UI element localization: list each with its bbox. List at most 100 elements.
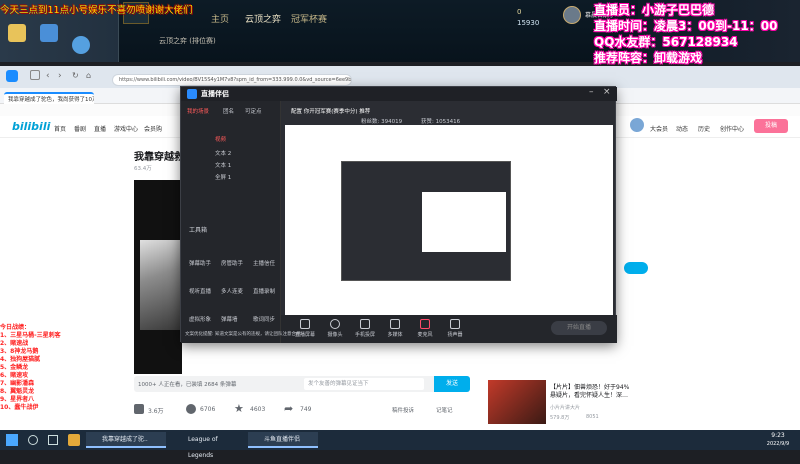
source-video[interactable]: 视频: [215, 135, 226, 143]
taskbar: 我靠穿越成了驼.. League of Legends 斗鱼直播伴侣 9:23 …: [0, 430, 800, 459]
currency-amount: 15930: [517, 19, 540, 27]
nav-game[interactable]: 游戏中心: [114, 124, 138, 133]
tool-multi-mic[interactable]: 多人连麦: [221, 287, 243, 295]
result-line: 4、独狗屋猫腻: [0, 356, 41, 363]
related-video-thumb[interactable]: [488, 380, 546, 424]
desktop-icon-folder[interactable]: [8, 24, 26, 42]
like-icon[interactable]: [134, 404, 144, 414]
taskbar-app-browser[interactable]: 我靠穿越成了驼..: [86, 432, 166, 448]
back-icon[interactable]: ‹: [46, 71, 50, 81]
nav-anime[interactable]: 番剧: [74, 124, 86, 133]
desktop-icon-app[interactable]: [40, 24, 58, 42]
top-banner: 今天三点到11点小号娱乐不喜勿喷谢谢大佬们: [0, 5, 193, 16]
related-video-author[interactable]: 小片片讲大片: [550, 404, 580, 411]
source-text-2[interactable]: 文本 2: [215, 149, 231, 157]
result-line: 3、8神龙马鹅: [0, 348, 39, 355]
explorer-icon[interactable]: [68, 434, 80, 446]
desktop-icon-shortcut[interactable]: [72, 36, 90, 54]
tool-moderator[interactable]: 房管助手: [221, 259, 243, 267]
home-icon[interactable]: ⌂: [86, 71, 91, 80]
note-link[interactable]: 记笔记: [436, 406, 453, 414]
coin-icon[interactable]: [186, 404, 196, 414]
tab-points[interactable]: 可定点: [245, 107, 262, 115]
result-line: 9、星界者八: [0, 396, 35, 403]
browser-tab-active[interactable]: 我靠穿越成了驼色，我尚获得了10万...: [4, 92, 94, 104]
share-icon[interactable]: ➦: [284, 402, 293, 415]
windows-start-icon[interactable]: [6, 434, 18, 446]
nav-messages[interactable]: 动态: [676, 124, 688, 133]
ctl-mic[interactable]: 麦克风: [411, 319, 439, 338]
tool-record[interactable]: 直播录制: [253, 287, 275, 295]
ctl-speaker[interactable]: 扬声器: [441, 319, 469, 338]
nav-history[interactable]: 历史: [698, 124, 710, 133]
tab-scenes[interactable]: 我的场景: [187, 107, 209, 115]
obs-titlebar: 直播伴侣 – ×: [181, 87, 617, 101]
favorite-icon[interactable]: ★: [234, 402, 244, 415]
task-view-icon[interactable]: [48, 435, 58, 445]
ctl-camera[interactable]: 摄像头: [321, 319, 349, 338]
phone-icon: [360, 319, 370, 329]
app-logo-icon: [187, 89, 197, 99]
tool-video-live[interactable]: 视听直播: [189, 287, 211, 295]
url-input[interactable]: https://www.bilibili.com/video/BV15S4y1M…: [112, 74, 352, 86]
mic-icon: [420, 319, 430, 329]
media-icon: [390, 319, 400, 329]
nav-vip[interactable]: 大会员: [650, 124, 668, 133]
autoplay-toggle[interactable]: [624, 262, 648, 274]
tab-tft[interactable]: 云顶之弈: [245, 12, 281, 25]
app-title: 直播伴侣: [201, 90, 229, 98]
video-player[interactable]: [134, 180, 182, 374]
tool-danmaku[interactable]: 弹幕助手: [189, 259, 211, 267]
source-text-1[interactable]: 文本 1: [215, 161, 231, 169]
toolbox-title: 工具箱: [189, 227, 208, 234]
clock-date[interactable]: 2022/9/9: [760, 441, 796, 447]
tool-lyrics[interactable]: 歌词同步: [253, 315, 275, 323]
forward-icon[interactable]: ›: [58, 71, 62, 81]
taskbar-app-lol[interactable]: League of Legends: [172, 432, 242, 459]
tab-clash[interactable]: 冠军杯赛: [291, 12, 327, 25]
danmaku-input[interactable]: 发个友善的弹幕见证当下: [304, 378, 424, 390]
tool-avatar[interactable]: 虚拟形象: [189, 315, 211, 323]
related-video-title[interactable]: 【片片】佃兽烦恐！好于94% 悬疑片，看完怀疑人生！深…: [550, 384, 690, 400]
search-icon[interactable]: [28, 435, 38, 445]
tool-trust[interactable]: 主播信任: [253, 259, 275, 267]
report-link[interactable]: 稿件投诉: [392, 406, 414, 414]
streamer-name: 直播员：小游子巴巴德: [594, 3, 715, 17]
taskbar-app-companion[interactable]: 斗鱼直播伴侣: [248, 432, 318, 448]
danmaku-send-button[interactable]: 发送: [434, 376, 470, 392]
tab-home[interactable]: 主页: [211, 12, 229, 25]
nav-live[interactable]: 直播: [94, 124, 106, 133]
video-views: 63.4万: [134, 166, 152, 172]
coin-count: 6706: [200, 406, 216, 413]
fans-stat: 粉丝数: 394019: [361, 119, 403, 125]
obs-left-panel: 我的场景 团名 可定点 视频 文本 2 文本 1 全屏 1 工具箱 弹幕助手 房…: [181, 101, 281, 343]
nav-shop[interactable]: 会员购: [144, 124, 162, 133]
nested-preview: [341, 161, 511, 281]
ctl-phone[interactable]: 手机投屏: [351, 319, 379, 338]
avatar[interactable]: [630, 118, 644, 132]
start-live-button[interactable]: 开始直播: [551, 321, 607, 335]
tab-group[interactable]: 团名: [223, 107, 234, 115]
tool-danmaku-wall[interactable]: 弹幕墙: [221, 315, 238, 323]
clock-time[interactable]: 9:23: [760, 432, 796, 439]
ctl-media[interactable]: 多媒体: [381, 319, 409, 338]
source-fullscreen[interactable]: 全屏 1: [215, 173, 231, 181]
minimize-icon[interactable]: –: [589, 87, 594, 97]
right-sidebar: 【片片】佃兽烦恐！好于94% 悬疑片，看完怀疑人生！深… 小片片讲大片 579.…: [488, 138, 800, 430]
upload-button[interactable]: 投稿: [754, 119, 788, 133]
obs-controls: 直播屏幕 摄像头 手机投屏 多媒体 麦克风 扬声器 开始直播: [281, 315, 617, 343]
avatar[interactable]: [563, 6, 581, 24]
video-frame: [140, 240, 180, 330]
refresh-icon[interactable]: ↻: [72, 71, 79, 80]
nav-creator[interactable]: 创作中心: [720, 124, 744, 133]
preview-canvas[interactable]: [285, 125, 613, 315]
close-icon[interactable]: ×: [603, 87, 611, 97]
related-video-views: 579.8万: [550, 415, 570, 421]
monitor-icon: [300, 319, 310, 329]
compliance-notice: 文案优化提醒: 知道文案是公有的违规，请让团队注意合规!: [185, 332, 303, 337]
nav-home[interactable]: 首页: [54, 124, 66, 133]
tab-list-icon[interactable]: [30, 70, 40, 80]
browser-logo-icon: [6, 70, 18, 82]
bilibili-logo[interactable]: bilibili: [12, 120, 50, 133]
league-client: 主页 云顶之弈 冠军杯赛 云顶之弈 (排位赛) 0 15930 慕晨自酬了: [118, 0, 638, 62]
